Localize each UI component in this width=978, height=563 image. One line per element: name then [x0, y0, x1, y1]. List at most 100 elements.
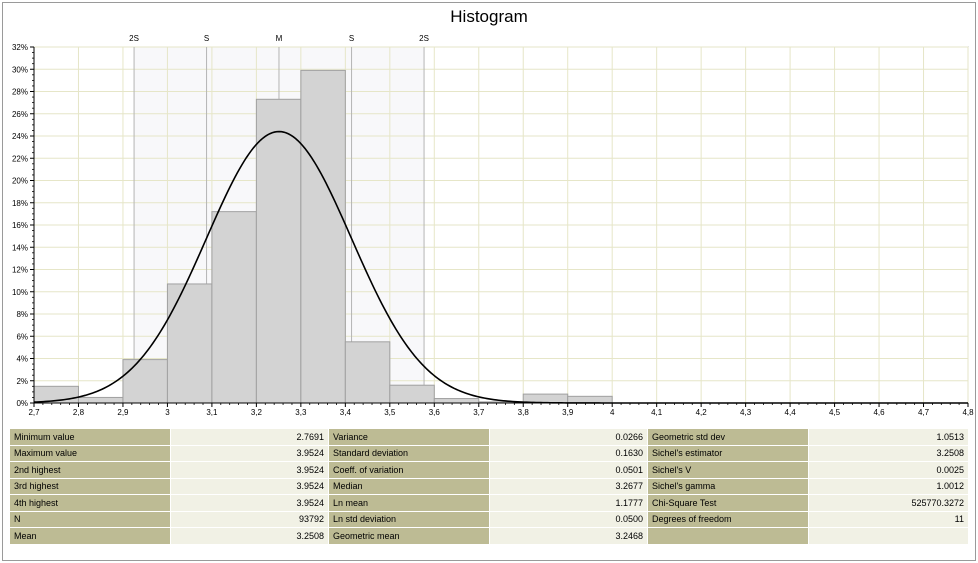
- statistics-row: Maximum value 3.9524 Standard deviation 0.1…: [9, 444, 969, 462]
- statistics-row: 4th highest 3.9524 Ln mean 1.1777 Chi-Square…: [9, 494, 969, 512]
- histogram-bar: [567, 395, 613, 404]
- histogram-bar: [211, 211, 257, 404]
- stat-value: 3.2468: [489, 527, 648, 545]
- stat-value: 0.0500: [489, 510, 648, 528]
- x-tick-label: 3,6: [429, 408, 441, 417]
- y-tick-label: 2%: [16, 377, 28, 386]
- statistics-table: Minimum value 2.7691 Variance 0.0266 Geometr…: [9, 428, 969, 545]
- x-tick-label: 3,5: [384, 408, 396, 417]
- x-tick-label: 4,2: [696, 408, 708, 417]
- y-tick-label: 6%: [16, 332, 28, 341]
- y-tick-label: 28%: [12, 88, 28, 97]
- x-tick-label: 3,7: [473, 408, 485, 417]
- x-tick-label: 3,1: [206, 408, 218, 417]
- histogram-plot: 2S S M S 2S 2,7 2,8 2,9 3 3,1 3,2 3,3 3,4 3,5 3,6 3,7 3,…: [12, 34, 974, 417]
- y-tick-label: 8%: [16, 310, 28, 319]
- stat-value: 525770.3272: [808, 494, 969, 512]
- std-marker-label: S: [204, 34, 209, 43]
- y-tick-label: 10%: [12, 288, 28, 297]
- stat-label: Mean: [9, 527, 171, 545]
- statistics-row: Mean 3.2508 Geometric mean 3.2468: [9, 527, 969, 545]
- x-tick-label: 3,8: [518, 408, 530, 417]
- stat-label: Degrees of freedom: [647, 510, 809, 528]
- stat-value: 3.9524: [170, 461, 329, 479]
- stat-value: 3.9524: [170, 494, 329, 512]
- stat-label: Coeff. of variation: [328, 461, 490, 479]
- x-tick-label: 2,9: [117, 408, 129, 417]
- stat-value: 0.0266: [489, 428, 648, 446]
- histogram-bar: [344, 341, 391, 404]
- x-tick-label: 4,5: [829, 408, 841, 417]
- y-tick-label: 0%: [16, 399, 28, 408]
- statistics-row: N 93792 Ln std deviation 0.0500 Degrees of f…: [9, 510, 969, 528]
- x-tick-label: 2,8: [73, 408, 85, 417]
- y-tick-label: 14%: [12, 243, 28, 252]
- stat-value: 93792: [170, 510, 329, 528]
- x-tick-label: 4,3: [740, 408, 752, 417]
- stat-label: Variance: [328, 428, 490, 446]
- x-tick-label: 4,7: [918, 408, 930, 417]
- stat-value: 0.1630: [489, 444, 648, 462]
- stat-value: 1.0513: [808, 428, 969, 446]
- histogram-bar: [300, 69, 346, 404]
- statistics-row: 2nd highest 3.9524 Coeff. of variation 0.05…: [9, 461, 969, 479]
- x-tick-label: 4,6: [873, 408, 885, 417]
- x-tick-label: 3,9: [562, 408, 574, 417]
- stat-value: 0.0025: [808, 461, 969, 479]
- histogram-bar: [122, 359, 168, 404]
- x-tick-label: 3: [165, 408, 170, 417]
- x-tick-label: 4,1: [651, 408, 663, 417]
- stat-label: 4th highest: [9, 494, 171, 512]
- x-tick-label: 3,4: [340, 408, 352, 417]
- stat-value: 3.9524: [170, 477, 329, 495]
- std-marker-label: S: [349, 34, 354, 43]
- stat-label: Maximum value: [9, 444, 171, 462]
- stat-label: Minimum value: [9, 428, 171, 446]
- stat-label: Ln mean: [328, 494, 490, 512]
- x-tick-label: 3,3: [295, 408, 307, 417]
- stat-label: Geometric std dev: [647, 428, 809, 446]
- histogram-bar: [77, 396, 124, 404]
- stat-label: 3rd highest: [9, 477, 171, 495]
- stat-value: 3.2508: [808, 444, 969, 462]
- stat-label: 2nd highest: [9, 461, 171, 479]
- statistics-row: Minimum value 2.7691 Variance 0.0266 Geometr…: [9, 428, 969, 446]
- stat-label: [647, 527, 809, 545]
- std-marker-label: 2S: [419, 34, 429, 43]
- stat-label: Median: [328, 477, 490, 495]
- stat-value: 2.7691: [170, 428, 329, 446]
- x-tick-label: 2,7: [28, 408, 40, 417]
- stat-label: Sichel's V: [647, 461, 809, 479]
- stat-value: 1.1777: [489, 494, 648, 512]
- histogram-bar: [255, 98, 302, 404]
- x-tick-label: 3,2: [251, 408, 263, 417]
- x-tick-label: 4: [610, 408, 615, 417]
- y-tick-label: 22%: [12, 154, 28, 163]
- stat-value: 3.2677: [489, 477, 648, 495]
- stat-value: 3.9524: [170, 444, 329, 462]
- histogram-bar: [433, 398, 480, 404]
- y-tick-label: 26%: [12, 110, 28, 119]
- statistics-row: 3rd highest 3.9524 Median 3.2677 Sichel's ga…: [9, 477, 969, 495]
- stat-value: 11: [808, 510, 969, 528]
- stat-label: Ln std deviation: [328, 510, 490, 528]
- y-tick-label: 4%: [16, 355, 28, 364]
- stat-label: Chi-Square Test: [647, 494, 809, 512]
- y-tick-label: 16%: [12, 221, 28, 230]
- stat-label: N: [9, 510, 171, 528]
- x-tick-label: 4,8: [962, 408, 974, 417]
- y-tick-label: 12%: [12, 266, 28, 275]
- stat-value: 3.2508: [170, 527, 329, 545]
- stat-label: Sichel's gamma: [647, 477, 809, 495]
- histogram-bar: [389, 384, 435, 404]
- x-tick-label: 4,4: [785, 408, 797, 417]
- y-tick-label: 30%: [12, 65, 28, 74]
- std-marker-label: 2S: [129, 34, 139, 43]
- y-tick-label: 24%: [12, 132, 28, 141]
- y-tick-label: 32%: [12, 43, 28, 52]
- y-tick-label: 20%: [12, 177, 28, 186]
- stat-value: 0.0501: [489, 461, 648, 479]
- stat-label: Geometric mean: [328, 527, 490, 545]
- std-marker-label: M: [276, 34, 283, 43]
- stat-label: Sichel's estimator: [647, 444, 809, 462]
